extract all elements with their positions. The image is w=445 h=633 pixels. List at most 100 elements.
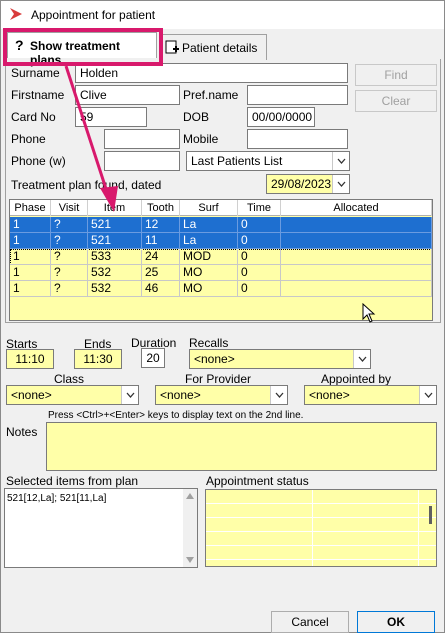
cell-surf: La [180,233,238,249]
last-patients-dropdown[interactable]: Last Patients List [186,151,350,171]
surname-field[interactable]: Holden [75,63,348,83]
question-icon: ? [15,38,24,52]
col-header-visit[interactable]: Visit [51,200,88,216]
appointed-label: Appointed by [321,372,392,386]
cell-item: 521 [88,217,142,233]
class-dropdown[interactable]: <none> [6,385,139,405]
provider-value: <none> [160,388,201,402]
cell-tooth: 11 [142,233,180,249]
duration-field[interactable]: 20 [141,348,165,368]
cell-surf: La [180,217,238,233]
appointed-dropdown[interactable]: <none> [304,385,437,405]
find-button[interactable]: Find [355,64,437,86]
tab-show-treatment-plans[interactable]: ? Show treatment plans [7,32,157,67]
cell-tooth: 25 [142,265,180,281]
selected-items-label: Selected items from plan [6,474,139,488]
selected-items-list[interactable]: 521[12,La]; 521[11,La] [4,488,198,568]
notes-field[interactable] [46,422,437,471]
cell-item: 532 [88,265,142,281]
cell-visit: ? [51,265,88,281]
cell-allocated [281,281,432,297]
title-bar: Appointment for patient [1,1,444,29]
table-row[interactable]: 1? 533 24 MOD 0 [10,249,432,265]
chevron-down-icon [419,386,436,404]
cell-visit: ? [51,233,88,249]
plan-date-dropdown[interactable]: 29/08/2023 [266,174,350,194]
last-patients-value: Last Patients List [191,154,283,168]
status-label: Appointment status [206,474,309,488]
status-col-divider [418,490,419,566]
class-value: <none> [11,388,52,402]
prefname-label: Pref.name [183,88,239,102]
cell-phase: 1 [10,233,51,249]
dob-label: DOB [183,110,210,124]
status-scroll-thumb[interactable] [429,506,432,524]
cell-allocated [281,249,432,265]
firstname-field[interactable]: Clive [75,85,180,105]
phone-field[interactable] [104,129,180,149]
plan-found-label: Treatment plan found, dated [11,178,162,192]
appointment-status-grid[interactable] [205,489,437,567]
cardno-field[interactable]: 59 [75,107,147,127]
col-header-allocated[interactable]: Allocated [281,200,432,216]
surname-label: Surname [11,66,60,80]
cell-surf: MO [180,265,238,281]
col-header-time[interactable]: Time [238,200,281,216]
status-row [206,490,436,504]
cell-surf: MO [180,281,238,297]
col-header-surf[interactable]: Surf [180,200,238,216]
col-header-phase[interactable]: Phase [10,200,51,216]
cell-visit: ? [51,249,88,265]
cell-phase: 1 [10,265,51,281]
scroll-down-icon[interactable] [186,557,194,563]
cell-time: 0 [238,249,281,265]
table-row[interactable]: 1? 532 25 MO 0 [10,265,432,281]
cardno-label: Card No [11,110,56,124]
cell-phase: 1 [10,249,51,265]
notes-label: Notes [6,425,38,439]
phonew-field[interactable] [104,151,180,171]
chevron-down-icon [121,386,138,404]
selected-items-text: 521[12,La]; 521[11,La] [7,493,107,504]
table-row[interactable]: 1? 532 46 MO 0 [10,281,432,297]
starts-field[interactable]: 11:10 [6,349,54,369]
scroll-up-icon[interactable] [186,493,194,499]
cell-time: 0 [238,281,281,297]
window-title: Appointment for patient [31,8,156,22]
chevron-down-icon [270,386,287,404]
cell-item: 533 [88,249,142,265]
col-header-item[interactable]: Item [88,200,142,216]
chevron-down-icon [332,152,349,170]
recalls-dropdown[interactable]: <none> [189,349,371,369]
cell-item: 532 [88,281,142,297]
status-row [206,504,436,518]
cancel-button[interactable]: Cancel [271,611,349,633]
cell-time: 0 [238,233,281,249]
scrollbar[interactable] [183,489,197,567]
mobile-field[interactable] [247,129,348,149]
recalls-label: Recalls [189,336,229,350]
phonew-label: Phone (w) [11,154,66,168]
notes-hint: Press <Ctrl>+<Enter> keys to display tex… [48,410,304,421]
tab-patient-details[interactable]: Patient details [159,34,267,60]
svg-text:?: ? [15,38,24,52]
clear-button[interactable]: Clear [355,90,437,112]
add-document-icon [165,40,179,54]
cell-time: 0 [238,265,281,281]
grid-header: Phase Visit Item Tooth Surf Time Allocat… [10,200,432,216]
phone-label: Phone [11,132,46,146]
ok-button[interactable]: OK [357,611,435,633]
dob-field[interactable]: 00/00/0000 [247,107,315,127]
ends-field[interactable]: 11:30 [74,349,122,369]
table-row[interactable]: 1? 521 12 La 0 [10,217,432,233]
firstname-label: Firstname [11,88,65,102]
col-header-tooth[interactable]: Tooth [142,200,180,216]
provider-dropdown[interactable]: <none> [155,385,288,405]
table-row[interactable]: 1? 521 11 La 0 [10,233,432,249]
appointed-value: <none> [309,388,350,402]
prefname-field[interactable] [247,85,348,105]
mobile-label: Mobile [183,132,219,146]
status-col-divider [312,490,313,566]
app-icon [10,8,22,20]
cell-phase: 1 [10,217,51,233]
